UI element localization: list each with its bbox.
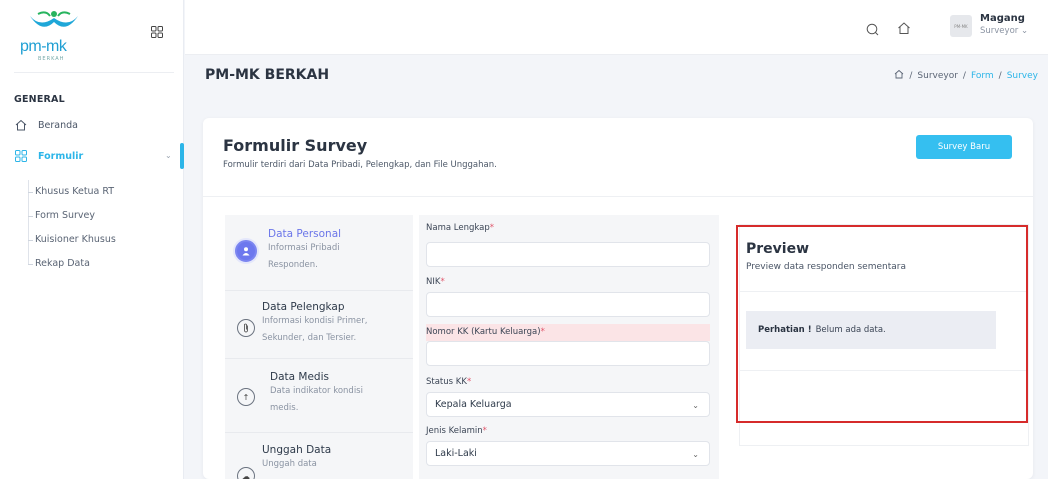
step-desc: Unggah data [262,459,317,469]
personal-form: Nama Lengkap* NIK* Nomor KK (Kartu Kelua… [419,215,719,479]
status-kk-label: Status KK* [426,377,472,387]
empty-data-alert: Perhatian ! Belum ada data. [746,311,996,349]
breadcrumb-item[interactable]: Surveyor [917,71,958,81]
chevron-down-icon: ⌄ [692,401,699,410]
nomor-kk-input[interactable] [426,341,710,366]
breadcrumb-item[interactable]: Form [971,71,994,81]
breadcrumb-item[interactable]: Survey [1007,71,1038,81]
sidebar-subitem-khusus-ketua-rt[interactable]: Khusus Ketua RT [27,186,114,197]
step-desc: Data indikator kondisi [270,386,363,396]
home-icon[interactable] [897,20,911,34]
step-desc: Informasi kondisi Primer, [262,316,368,326]
step-title: Data Medis [270,371,329,383]
step-data-medis[interactable]: ↑ Data Medis Data indikator kondisi medi… [225,359,413,433]
page-title: PM-MK BERKAH [205,67,330,83]
search-icon[interactable] [866,21,879,36]
logo-icon [30,11,78,27]
status-kk-select[interactable]: Kepala Keluarga ⌄ [426,392,710,417]
sidebar-item-label: Beranda [38,119,78,131]
sidebar-item-beranda[interactable]: Beranda [14,118,78,132]
step-desc: Sekunder, dan Tersier. [262,333,357,343]
step-data-personal[interactable]: Data Personal Informasi Pribadi Responde… [225,215,413,291]
sidebar-divider [14,72,174,73]
card-title: Formulir Survey [223,136,368,155]
preview-divider [740,291,1028,292]
alert-text: Belum ada data. [815,325,886,335]
sidebar: pm-mk BERKAH GENERAL Beranda Formulir ⌄ … [0,0,184,479]
nik-label: NIK* [426,277,445,287]
chevron-down-icon[interactable]: ⌄ [165,151,172,160]
gender-value: Laki-Laki [435,448,477,459]
sidebar-item-label: Formulir [38,150,84,162]
cloud-upload-icon: ☁ [237,467,255,479]
sidebar-item-formulir[interactable]: Formulir [14,149,83,163]
sidebar-subitem-form-survey[interactable]: Form Survey [28,210,95,221]
grid-icon [14,149,28,163]
step-unggah-data[interactable]: ☁ Unggah Data Unggah data [225,433,413,479]
new-survey-button[interactable]: Survey Baru [916,135,1012,159]
gender-select[interactable]: Laki-Laki ⌄ [426,441,710,466]
kk-label: Nomor KK (Kartu Keluarga)* [426,327,545,337]
sidebar-subitem-kuisioner-khusus[interactable]: Kuisioner Khusus [28,234,116,245]
survey-card: Formulir Survey Formulir terdiri dari Da… [203,118,1033,479]
menu-toggle-icon[interactable] [151,26,163,38]
sidebar-subitem-rekap-data[interactable]: Rekap Data [28,258,90,269]
paperclip-icon [237,319,255,337]
upload-arrow-icon: ↑ [237,388,255,406]
card-divider [203,196,1033,197]
step-data-pelengkap[interactable]: Data Pelengkap Informasi kondisi Primer,… [225,291,413,359]
nama-label: Nama Lengkap* [426,223,494,233]
status-kk-value: Kepala Keluarga [435,399,512,410]
page-header: PM-MK BERKAH / Surveyor / Form / Survey [185,55,1048,97]
step-title: Data Pelengkap [262,301,345,313]
avatar[interactable]: PM-MK [950,15,972,37]
preview-title: Preview [746,241,810,257]
step-title: Data Personal [268,228,342,240]
user-icon [235,240,257,262]
chevron-down-icon: ⌄ [692,450,699,459]
user-name[interactable]: Magang [980,13,1025,24]
breadcrumb: / Surveyor / Form / Survey [894,69,1038,82]
brand-name: pm-mk [20,38,67,55]
step-desc: medis. [270,403,299,413]
step-title: Unggah Data [262,444,332,456]
user-role[interactable]: Surveyor ⌄ [980,26,1028,36]
step-desc: Responden. [268,260,318,270]
preview-subtitle: Preview data responden sementara [746,262,906,272]
active-indicator [180,143,184,169]
nik-input[interactable] [426,292,710,317]
brand-sub: BERKAH [38,56,65,62]
sidebar-section-title: GENERAL [14,94,65,105]
brand-logo[interactable]: pm-mk BERKAH [14,8,104,62]
card-subtitle: Formulir terdiri dari Data Pribadi, Pele… [223,160,497,170]
preview-panel: Preview Preview data responden sementara… [739,224,1029,446]
step-list: Data Personal Informasi Pribadi Responde… [225,215,413,479]
preview-divider [740,370,1028,371]
nama-lengkap-input[interactable] [426,242,710,267]
alert-strong: Perhatian ! [758,325,812,335]
topbar: PM-MK Magang Surveyor ⌄ [185,0,1048,55]
gender-label: Jenis Kelamin* [426,426,487,436]
home-icon[interactable] [894,69,904,82]
step-desc: Informasi Pribadi [268,243,340,253]
home-icon [14,118,28,132]
